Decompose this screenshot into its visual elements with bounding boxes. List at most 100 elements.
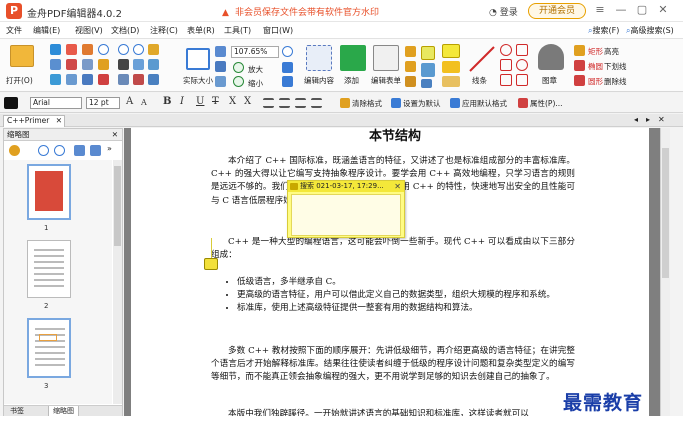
page-icon[interactable] xyxy=(118,74,129,85)
select-text-icon[interactable] xyxy=(118,59,129,70)
menu-document[interactable]: 文档(D) xyxy=(111,25,139,36)
bold-button[interactable]: B xyxy=(163,96,171,107)
email-icon[interactable] xyxy=(50,74,61,85)
underline-label[interactable]: 下划线 xyxy=(604,61,627,72)
tab-bookmarks[interactable]: 书签 xyxy=(6,406,28,416)
tabs-close-icon[interactable]: ✕ xyxy=(658,115,665,124)
tab-document[interactable]: C++Primer ✕ xyxy=(3,115,65,127)
watermark-notice[interactable]: ▲ 非会员保存文件会带有软件官方水印 xyxy=(222,5,379,18)
actual-size-icon[interactable] xyxy=(186,48,210,70)
attachment-icon[interactable] xyxy=(442,61,460,73)
menu-view[interactable]: 视图(V) xyxy=(75,25,103,36)
scrollbar-thumb[interactable] xyxy=(114,166,121,246)
zoom-out-icon[interactable] xyxy=(233,76,244,87)
thumb-zoom-in-icon[interactable] xyxy=(38,145,49,156)
superscript-button[interactable]: X xyxy=(244,96,251,107)
menu-comment[interactable]: 注释(C) xyxy=(150,25,178,36)
tab-close-icon[interactable]: ✕ xyxy=(56,116,62,125)
edit-content-label[interactable]: 编辑内容 xyxy=(304,75,334,86)
cut-icon[interactable] xyxy=(82,44,93,55)
thumb-rotate-right-icon[interactable] xyxy=(90,145,101,156)
sticky-note-icon[interactable] xyxy=(442,44,460,58)
justify-icon[interactable] xyxy=(311,98,322,108)
edit-form-label[interactable]: 编辑表单 xyxy=(371,75,401,86)
line-icon[interactable] xyxy=(468,45,496,73)
checkbox-tool-icon[interactable] xyxy=(421,63,435,77)
viewport-indicator[interactable] xyxy=(39,334,57,341)
zoom-in-icon[interactable] xyxy=(233,62,244,73)
options-gear-icon[interactable] xyxy=(9,145,20,156)
menu-form[interactable]: 表单(R) xyxy=(187,25,215,36)
print-icon[interactable] xyxy=(50,59,61,70)
tab-thumbnails[interactable]: 缩略图 xyxy=(48,406,79,416)
note-close-icon[interactable]: ✕ xyxy=(394,181,401,192)
decrease-font-icon[interactable]: A xyxy=(141,98,147,107)
font-size-select[interactable]: 12 pt xyxy=(86,97,120,109)
panel-close-icon[interactable]: ✕ xyxy=(112,129,118,140)
sound-icon[interactable] xyxy=(442,76,460,87)
sticky-note-pin-icon[interactable] xyxy=(204,258,218,270)
scrollbar-thumb[interactable] xyxy=(662,148,669,278)
apply-default-icon[interactable] xyxy=(450,98,460,108)
zoom-select[interactable]: 107.65% xyxy=(231,46,279,58)
edit-content-icon[interactable] xyxy=(306,45,332,71)
crop-icon[interactable] xyxy=(133,59,144,70)
copy-icon[interactable] xyxy=(82,59,93,70)
ellipse-label[interactable]: 椭圆 xyxy=(588,61,603,72)
zoom-in-label[interactable]: 放大 xyxy=(248,64,263,75)
stamp-label[interactable]: 图章 xyxy=(542,75,557,86)
fit-width-icon[interactable] xyxy=(148,59,159,70)
align-left-icon[interactable] xyxy=(263,98,274,108)
line-label[interactable]: 线条 xyxy=(472,75,487,86)
text-color-swatch[interactable] xyxy=(4,97,18,109)
scan-icon[interactable] xyxy=(66,74,77,85)
strikeout-icon[interactable] xyxy=(574,75,585,86)
highlight-icon[interactable] xyxy=(574,45,585,56)
ellipse-tool-icon[interactable] xyxy=(500,44,512,56)
stamp-icon[interactable] xyxy=(538,44,564,70)
sticky-note-popup[interactable]: 搜索 021-03-17, 17:29... ✕ xyxy=(287,180,405,238)
underline-tool-icon[interactable] xyxy=(574,60,585,71)
strikethrough-button[interactable]: T xyxy=(212,96,219,107)
thumbnail-page-3[interactable] xyxy=(27,318,71,378)
highlight-label[interactable]: 高亮 xyxy=(604,46,619,57)
font-select[interactable]: Arial xyxy=(30,97,82,109)
tabs-left-arrow-icon[interactable]: ◂ xyxy=(634,115,638,124)
align-center-icon[interactable] xyxy=(279,98,290,108)
open-label[interactable]: 打开(O) xyxy=(6,75,33,86)
polyline-tool-icon[interactable] xyxy=(500,74,512,86)
tabs-right-arrow-icon[interactable]: ▸ xyxy=(646,115,650,124)
properties-label[interactable]: 属性(P)... xyxy=(530,98,563,109)
add-icon[interactable] xyxy=(340,45,366,71)
menu-edit[interactable]: 编辑(E) xyxy=(33,25,60,36)
advanced-search-menu[interactable]: ⌕高级搜索(S) xyxy=(626,25,674,36)
save-icon[interactable] xyxy=(50,44,61,55)
fit-page-icon[interactable] xyxy=(215,46,226,57)
pencil-tool-icon[interactable] xyxy=(516,74,528,86)
rect-label[interactable]: 矩形 xyxy=(588,46,603,57)
rectangle-tool-icon[interactable] xyxy=(516,44,528,56)
single-page-icon[interactable] xyxy=(215,61,226,72)
text-box-icon[interactable] xyxy=(405,61,416,72)
underline-button[interactable]: U xyxy=(196,96,204,107)
thumb-rotate-left-icon[interactable] xyxy=(74,145,85,156)
zoom-in-circle-icon[interactable] xyxy=(282,46,293,57)
undo-icon[interactable] xyxy=(98,44,109,55)
folder-open-icon[interactable] xyxy=(10,45,34,67)
set-default-icon[interactable] xyxy=(391,98,401,108)
actual-size-label[interactable]: 实际大小 xyxy=(183,75,213,86)
new-doc-icon[interactable] xyxy=(66,44,77,55)
pdf-icon[interactable] xyxy=(66,59,77,70)
login-link[interactable]: ◔ 登录 xyxy=(489,5,518,18)
circle-label[interactable]: 圆形 xyxy=(588,76,603,87)
more-icon[interactable]: » xyxy=(107,144,112,153)
hand-icon[interactable] xyxy=(98,59,109,70)
note-header[interactable]: 搜索 021-03-17, 17:29... ✕ xyxy=(288,181,404,192)
search-menu[interactable]: ⌕搜索(F) xyxy=(588,25,619,36)
strike-label[interactable]: 删除线 xyxy=(604,76,627,87)
delete-icon[interactable] xyxy=(98,74,109,85)
italic-button[interactable]: I xyxy=(180,96,184,107)
menu-icon[interactable]: ≡ xyxy=(593,3,607,17)
menu-tools[interactable]: 工具(T) xyxy=(224,25,251,36)
rotate-right-icon[interactable] xyxy=(282,76,293,87)
